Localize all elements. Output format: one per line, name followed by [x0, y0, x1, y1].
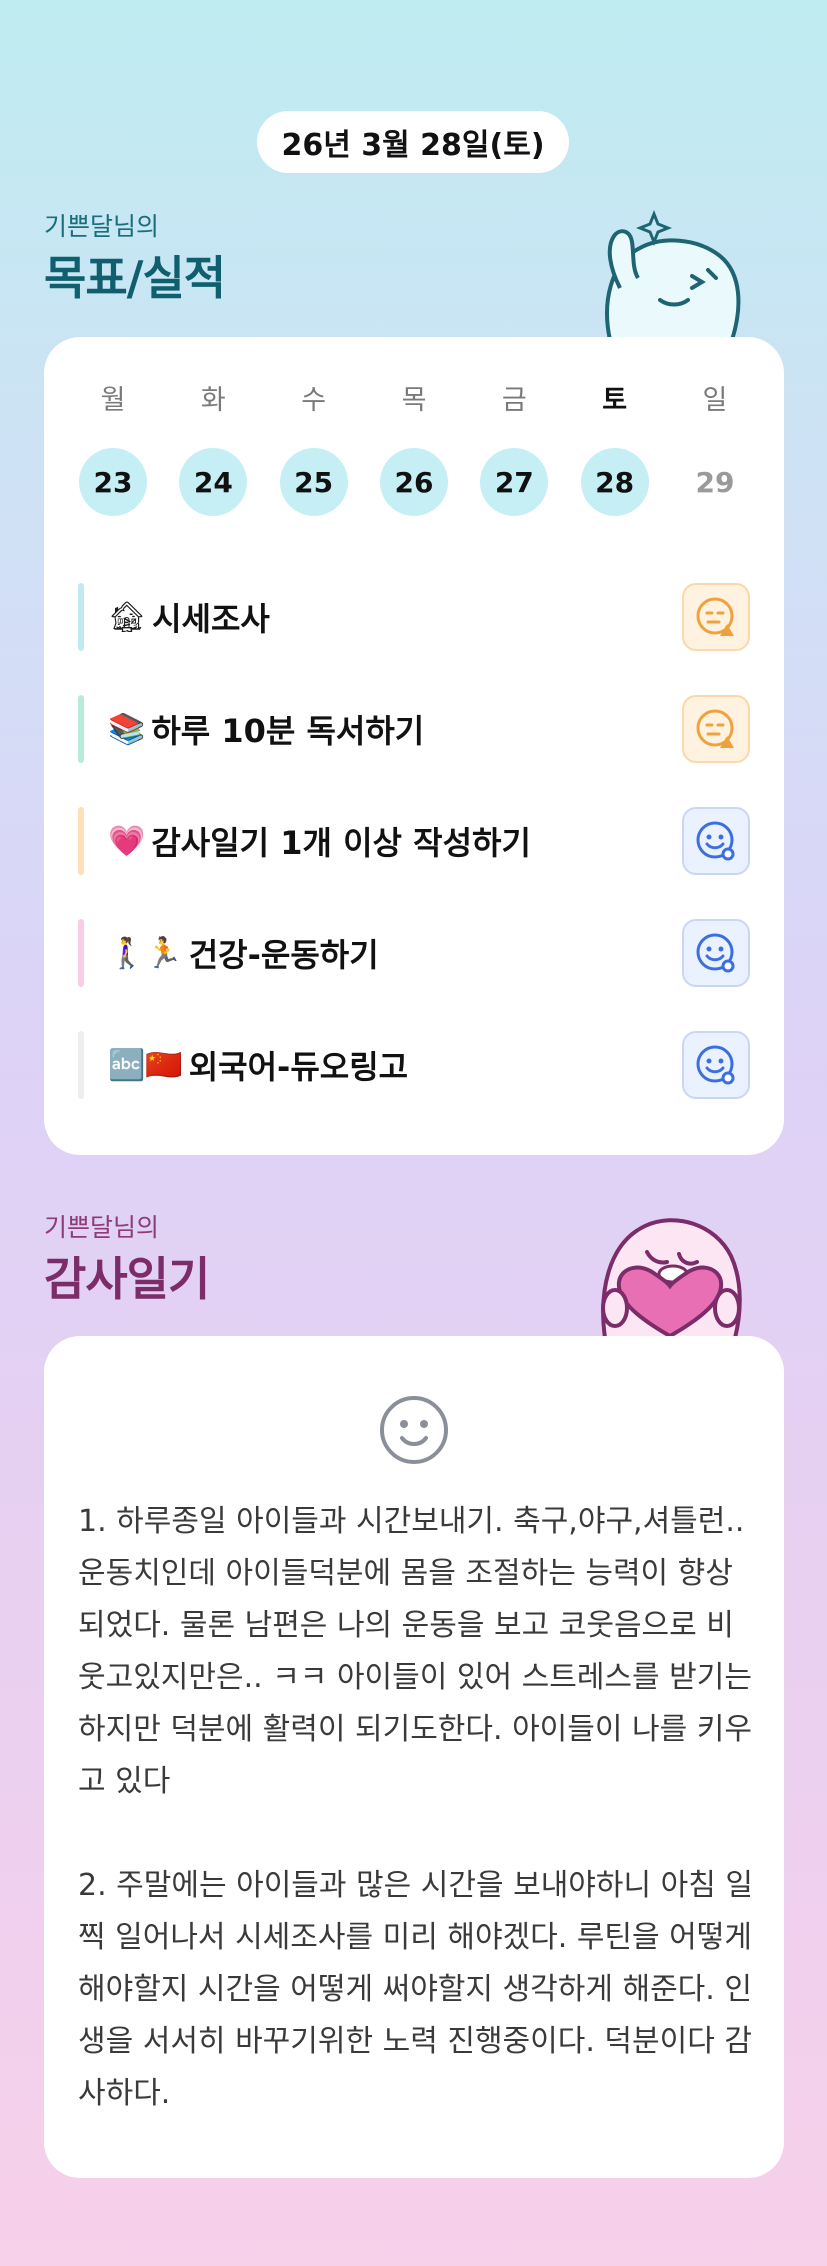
face-ok-icon [696, 821, 735, 861]
day-sun[interactable]: 일 29 [680, 381, 750, 516]
status-warning-button[interactable] [682, 583, 750, 651]
goals-section-title: 목표/실적 [44, 251, 226, 305]
day-thu[interactable]: 목 26 [379, 381, 449, 516]
diary-entry: 1. 하루종일 아이들과 시간보내기. 축구,야구,셔틀런.. 운동치인데 아이… [78, 1504, 752, 1799]
books-emoji-icon: 📚 [108, 711, 146, 747]
goal-label: 감사일기 1개 이상 작성하기 [151, 824, 531, 862]
goal-item[interactable]: 🔤🇨🇳 외국어-듀오링고 [78, 1009, 750, 1121]
goal-label: 하루 10분 독서하기 [151, 712, 425, 750]
running-emoji-icon: 🚶‍♀️🏃 [108, 935, 183, 971]
goal-label: 건강-운동하기 [188, 936, 379, 974]
face-ok-icon [696, 1045, 735, 1085]
day-of-week-today: 토 [602, 385, 628, 416]
day-of-week: 수 [301, 385, 327, 416]
diary-card: 1. 하루종일 아이들과 시간보내기. 축구,야구,셔틀런.. 운동치인데 아이… [44, 1336, 784, 2178]
mascot-character-icon [605, 209, 741, 340]
day-of-week: 화 [200, 385, 226, 416]
day-number-done[interactable]: 27 [480, 448, 549, 516]
day-of-week: 금 [501, 385, 527, 416]
face-warning-icon [696, 597, 734, 636]
diary-entry: 2. 주말에는 아이들과 많은 시간을 보내야하니 아침 일찍 일어나서 시세조… [78, 1868, 753, 2111]
status-warning-button[interactable] [682, 695, 750, 763]
house-emoji-icon: 🏚 [108, 599, 147, 635]
goal-item[interactable]: 💗 감사일기 1개 이상 작성하기 [78, 785, 750, 897]
day-number-today[interactable]: 28 [580, 448, 649, 516]
language-emoji-icon: 🔤🇨🇳 [108, 1047, 183, 1083]
status-ok-button[interactable] [682, 807, 750, 875]
goal-color-bar [78, 807, 84, 875]
day-sat[interactable]: 토 28 [580, 381, 650, 516]
day-tue[interactable]: 화 24 [178, 381, 248, 516]
diary-body: 1. 하루종일 아이들과 시간보내기. 축구,야구,셔틀런.. 운동치인데 아이… [78, 1496, 758, 2172]
day-of-week: 목 [401, 385, 427, 416]
goal-color-bar [78, 1031, 84, 1099]
status-ok-button[interactable] [682, 919, 750, 987]
day-of-week: 월 [100, 385, 126, 416]
goal-item[interactable]: 📚 하루 10분 독서하기 [78, 673, 750, 785]
thanks-section-title: 감사일기 [44, 1252, 210, 1306]
goal-color-bar [78, 695, 84, 763]
week-calendar: 월 23 화 24 수 25 목 26 금 27 토 28 일 29 [78, 381, 750, 516]
goal-item[interactable]: 🚶‍♀️🏃 건강-운동하기 [78, 897, 750, 1009]
face-ok-icon [696, 933, 735, 973]
face-warning-icon [696, 709, 734, 748]
day-number-done[interactable]: 25 [279, 448, 348, 516]
heart-emoji-icon: 💗 [108, 823, 146, 859]
goal-color-bar [78, 919, 84, 987]
status-ok-button[interactable] [682, 1031, 750, 1099]
day-of-week: 일 [702, 385, 728, 416]
date-pill[interactable]: 26년 3월 28일(토) [257, 111, 569, 173]
day-fri[interactable]: 금 27 [479, 381, 549, 516]
thanks-owner-label: 기쁜달님의 [44, 1213, 160, 1242]
day-number-done[interactable]: 24 [179, 448, 248, 516]
goal-item[interactable]: 🏚 시세조사 [78, 561, 750, 673]
smile-face-icon[interactable] [378, 1394, 450, 1466]
goal-list: 🏚 시세조사 📚 하루 10분 독서하기 💗 감사일기 1개 이상 작성하기 🚶… [78, 561, 750, 1121]
goal-color-bar [78, 583, 84, 651]
day-number-done[interactable]: 26 [379, 448, 448, 516]
day-mon[interactable]: 월 23 [78, 381, 148, 516]
goals-owner-label: 기쁜달님의 [44, 212, 160, 241]
day-number-future[interactable]: 29 [681, 448, 749, 516]
day-wed[interactable]: 수 25 [279, 381, 349, 516]
day-number-done[interactable]: 23 [79, 448, 147, 516]
goals-card: 월 23 화 24 수 25 목 26 금 27 토 28 일 29 🏚 시세조… [44, 337, 784, 1155]
goal-label: 외국어-듀오링고 [188, 1048, 409, 1086]
goal-label: 시세조사 [152, 600, 270, 638]
mascot-heart-character-icon [601, 1218, 742, 1338]
